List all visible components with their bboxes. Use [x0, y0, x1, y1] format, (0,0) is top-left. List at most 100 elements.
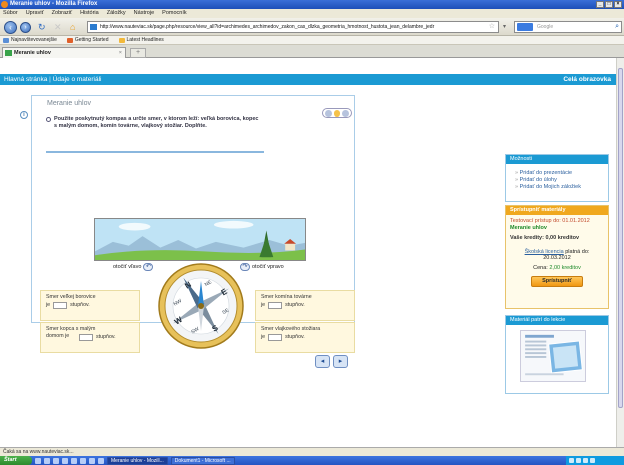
answer-label: Smer vlajkového stožiara	[261, 326, 321, 332]
fullscreen-link[interactable]: Celá obrazovka	[563, 74, 611, 85]
back-button[interactable]: ‹	[4, 21, 17, 34]
menu-tools[interactable]: Nástroje	[134, 9, 154, 18]
window-title: Meranie uhlov - Mozilla Firefox	[10, 1, 98, 7]
answer-hill-house: Smer kopca s malým domom je stupňov.	[40, 322, 140, 353]
scrollbar-thumb[interactable]	[618, 68, 623, 408]
search-icon[interactable]: ⌕	[615, 22, 619, 32]
quicklaunch-icon[interactable]	[62, 457, 68, 464]
menu-history[interactable]: História	[80, 9, 99, 18]
vertical-scrollbar[interactable]	[616, 58, 624, 447]
purchase-title: Sprístupniť materiály	[506, 206, 608, 215]
menu-file[interactable]: Súbor	[3, 9, 18, 18]
menu-help[interactable]: Pomocník	[162, 9, 186, 18]
url-dropdown-icon[interactable]: ▾	[503, 22, 506, 32]
previous-step-button[interactable]: ◂	[315, 355, 330, 368]
answer-label: Smer veľkej borovice	[46, 294, 96, 300]
quicklaunch-icon[interactable]	[44, 457, 50, 464]
maximize-button[interactable]: □	[605, 1, 613, 8]
add-to-bookmarks-link[interactable]: Pridať do Mojich záložiek	[515, 184, 608, 191]
related-lesson-title: Materiál patrí do lekcie	[506, 316, 608, 325]
search-placeholder: Google	[537, 24, 554, 30]
bookmark-latest-headlines[interactable]: Latest Headlines	[118, 36, 164, 44]
home-icon[interactable]: ⌂	[70, 22, 75, 32]
degrees-input[interactable]	[53, 302, 68, 309]
new-tab-button[interactable]: +	[130, 48, 146, 58]
school-license-link[interactable]: Školská licencia	[525, 249, 564, 255]
quicklaunch-icon[interactable]	[71, 457, 77, 464]
rotate-right-control[interactable]: ↷ otočiť vpravo	[240, 263, 284, 271]
purchase-box: Sprístupniť materiály Testovací prístup …	[505, 205, 609, 309]
quicklaunch-icon[interactable]	[98, 457, 104, 464]
degrees-input[interactable]	[268, 302, 283, 309]
rotate-left-control[interactable]: otočiť vľavo ↶	[113, 263, 154, 271]
nav-separator: |	[49, 76, 51, 83]
tray-icon[interactable]	[569, 458, 574, 463]
instruction-text: Použite poskytnutý kompas a určte smer, …	[46, 116, 262, 147]
stop-icon[interactable]: ✕	[54, 22, 62, 32]
menu-view[interactable]: Zobraziť	[52, 9, 72, 18]
tray-icon[interactable]	[583, 458, 588, 463]
answer-prefix: je	[261, 334, 266, 340]
menu-bar: Súbor Upraviť Zobraziť História Záložky …	[0, 9, 624, 18]
bullet-icon	[46, 117, 51, 122]
license-valid-text: platná do:	[565, 248, 590, 255]
landscape-image	[94, 218, 306, 261]
answer-prefix: je	[46, 302, 51, 308]
bookmark-label: Najnavštevovanejšie	[11, 36, 57, 43]
bookmark-most-visited[interactable]: Najnavštevovanejšie	[3, 36, 57, 44]
credits-balance: Vaše kredity: 0,00 kreditov	[510, 235, 580, 241]
minimize-button[interactable]: _	[596, 1, 604, 8]
next-step-button[interactable]: ▸	[333, 355, 348, 368]
forward-button[interactable]: ›	[20, 22, 31, 33]
start-button[interactable]: Štart	[0, 456, 32, 465]
firefox-icon	[66, 37, 73, 43]
info-icon[interactable]: i	[20, 111, 28, 119]
bookmark-label: Getting Started	[74, 36, 109, 43]
lesson-thumbnail[interactable]	[520, 330, 586, 382]
nav-current-link[interactable]: Údaje o materiáli	[53, 76, 102, 83]
menu-edit[interactable]: Upraviť	[26, 9, 44, 18]
url-input[interactable]: http://www.nauteviac.sk/page.php/resourc…	[87, 21, 499, 33]
rotate-left-icon[interactable]: ↶	[143, 263, 154, 271]
degrees-input[interactable]	[268, 334, 283, 341]
title-bar: Meranie uhlov - Mozilla Firefox _ □ ×	[0, 0, 624, 9]
step-dot[interactable]	[342, 110, 350, 117]
unlock-button[interactable]: Sprístupniť	[531, 276, 583, 287]
quicklaunch-icon[interactable]	[35, 457, 41, 464]
bookmarks-toolbar: Najnavštevovanejšie Getting Started Late…	[0, 36, 624, 45]
compass-widget[interactable]: N S E W NE NW SE SW	[158, 263, 244, 349]
step-dot-active[interactable]	[333, 110, 341, 117]
tab-meranie-uhlov[interactable]: Meranie uhlov ×	[2, 47, 126, 58]
firefox-icon	[1, 1, 8, 8]
quicklaunch-icon[interactable]	[80, 457, 86, 464]
tab-favicon	[5, 50, 12, 56]
quicklaunch-icon[interactable]	[89, 457, 95, 464]
taskbar-word[interactable]: Dokument1 - Microsoft ...	[170, 456, 235, 465]
tray-icon[interactable]	[590, 458, 595, 463]
add-to-presentation-link[interactable]: Pridať do prezentácie	[515, 170, 608, 177]
taskbar: Štart Meranie uhlov - Mozill... Dokument…	[0, 456, 624, 465]
search-engine-icon[interactable]	[517, 23, 533, 31]
quicklaunch-icon[interactable]	[53, 457, 59, 464]
bookmark-getting-started[interactable]: Getting Started	[66, 36, 109, 44]
add-to-assignment-link[interactable]: Pridať do úlohy	[515, 177, 608, 184]
degrees-input[interactable]	[79, 334, 93, 341]
answer-suffix: stupňov.	[70, 302, 90, 308]
price-value: 2,00 kreditov	[549, 264, 581, 271]
answer-suffix: stupňov.	[285, 334, 305, 340]
answer-prefix: je	[261, 302, 266, 308]
tab-label: Meranie uhlov	[14, 50, 51, 56]
bookmark-star-icon[interactable]: ☆	[489, 22, 495, 32]
close-button[interactable]: ×	[614, 1, 622, 8]
search-input[interactable]: Google ⌕	[514, 21, 622, 33]
menu-bookmarks[interactable]: Záložky	[107, 9, 126, 18]
bookmark-label: Latest Headlines	[126, 36, 164, 43]
reload-icon[interactable]: ↻	[38, 22, 46, 32]
tab-close-icon[interactable]: ×	[119, 48, 122, 58]
tray-icon[interactable]	[576, 458, 581, 463]
license-date: 20.03.2012	[543, 255, 571, 261]
step-dot[interactable]	[325, 110, 332, 117]
taskbar-firefox[interactable]: Meranie uhlov - Mozill...	[107, 456, 168, 465]
nav-home-link[interactable]: Hlavná stránka	[4, 76, 47, 83]
url-text: http://www.nauteviac.sk/page.php/resourc…	[100, 24, 435, 30]
